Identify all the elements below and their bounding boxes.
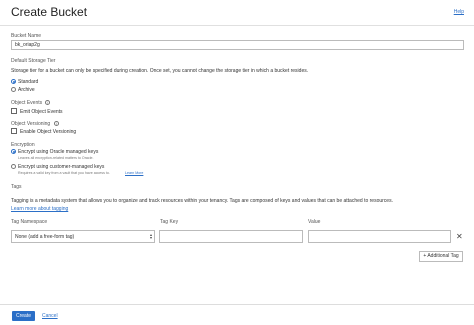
storage-standard-radio[interactable] — [11, 79, 16, 84]
info-icon[interactable]: i — [54, 121, 59, 126]
encrypt-oracle-radio[interactable] — [11, 149, 16, 154]
page-title: Create Bucket — [11, 5, 88, 19]
storage-archive-label: Archive — [18, 87, 35, 93]
tags-label: Tags — [11, 184, 22, 190]
close-icon[interactable]: ✕ — [456, 233, 463, 241]
storage-tier-description: Storage tier for a bucket can only be sp… — [11, 68, 309, 74]
encrypt-learn-more-link[interactable]: Learn More — [125, 171, 143, 175]
select-arrows-icon: ▴ ▾ — [149, 232, 152, 240]
tag-namespace-value: None (add a free-form tag) — [15, 234, 75, 240]
tag-namespace-header: Tag Namespace — [11, 219, 48, 225]
additional-tag-button[interactable]: + Additional Tag — [419, 251, 463, 262]
enable-object-versioning-label: Enable Object Versioning — [20, 129, 77, 135]
footer-divider — [0, 304, 474, 305]
cancel-link[interactable]: Cancel — [42, 313, 58, 319]
encrypt-oracle-hint: Leaves all encryption-related matters to… — [18, 156, 94, 160]
tag-key-header: Tag Key — [160, 219, 179, 225]
tags-description: Tagging is a metadata system that allows… — [11, 198, 393, 204]
object-events-label: Object Events — [11, 100, 43, 106]
create-button[interactable]: Create — [12, 311, 35, 321]
object-versioning-label: Object Versioning — [11, 121, 51, 127]
dialog-header: Create Bucket Help — [0, 0, 474, 26]
emit-object-events-label: Emit Object Events — [20, 109, 63, 115]
encrypt-customer-hint: Requires a valid key from a vault that y… — [18, 171, 110, 175]
tag-value-input[interactable] — [308, 230, 451, 243]
encrypt-oracle-label: Encrypt using Oracle managed keys — [18, 149, 99, 155]
encrypt-customer-radio[interactable] — [11, 164, 16, 169]
storage-archive-radio[interactable] — [11, 87, 16, 92]
bucket-name-label: Bucket Name — [11, 33, 42, 39]
tag-namespace-select[interactable]: None (add a free-form tag) ▴ ▾ — [11, 230, 155, 243]
storage-tier-label: Default Storage Tier — [11, 58, 56, 64]
tag-value-header: Value — [308, 219, 321, 225]
learn-about-tagging-link[interactable]: Learn more about tagging — [11, 206, 68, 212]
enable-object-versioning-checkbox[interactable] — [11, 128, 17, 134]
tag-key-input[interactable] — [159, 230, 303, 243]
bucket-name-input[interactable]: bk_oriap2g — [11, 40, 464, 50]
encrypt-customer-label: Encrypt using customer-managed keys — [18, 164, 105, 170]
emit-object-events-checkbox[interactable] — [11, 108, 17, 114]
encryption-label: Encryption — [11, 142, 35, 148]
help-link[interactable]: Help — [454, 9, 464, 15]
storage-standard-label: Standard — [18, 79, 39, 85]
info-icon[interactable]: i — [45, 100, 50, 105]
